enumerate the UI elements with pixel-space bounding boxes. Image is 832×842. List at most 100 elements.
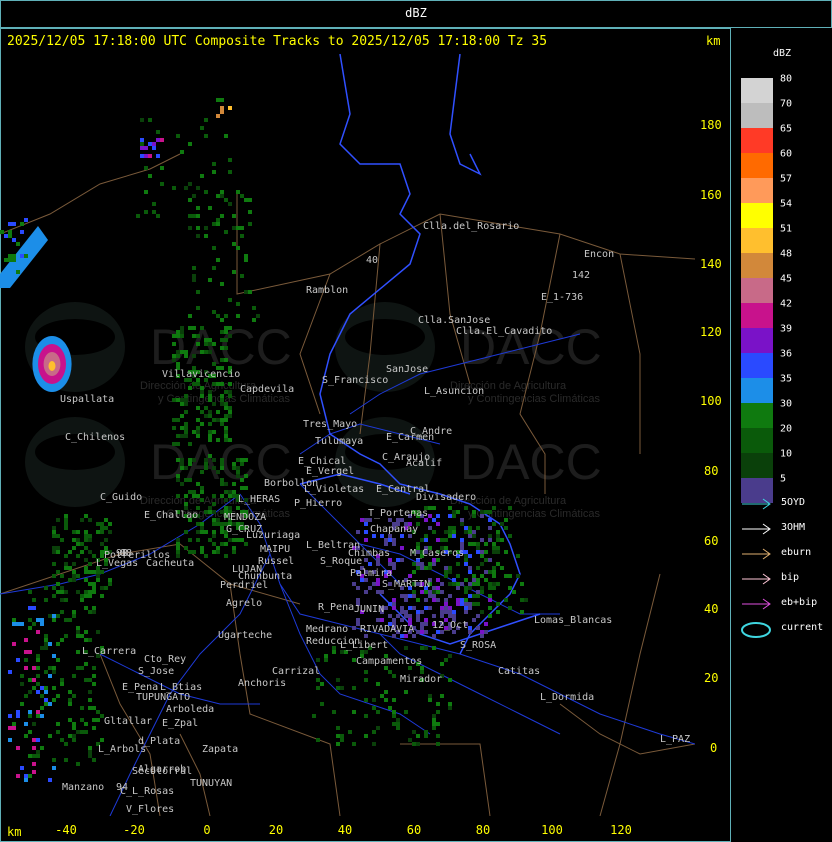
town-label: Ugarteche [218,630,272,641]
town-label: Manzano [62,782,104,793]
town-label: Zapata [202,744,238,755]
y-tick-label: 60 [704,534,719,548]
town-label: TUPUNGATO [136,692,190,703]
town-label: Tres_Mayo [303,419,357,430]
y-tick-label: 180 [700,118,722,132]
legend-value: 51 [780,223,793,235]
legend-swatch [741,453,773,478]
town-label: L_HERAS [238,494,280,505]
legend-title: dBZ [773,48,792,59]
town-label: S_Roque [320,556,362,567]
legend-value: 42 [780,298,793,310]
town-label: Chapanay [370,524,418,535]
town-label: S_ROSA [460,640,496,651]
town-label: Cto_Rey [144,654,186,665]
track-legend-item: 5OYD [741,497,831,511]
legend-swatch [741,78,773,103]
y-tick-label: 80 [704,464,719,478]
town-label: Campamentos [356,656,422,667]
x-tick-label: 60 [406,823,422,837]
town-label: 142 [572,270,590,281]
y-tick-label: 140 [700,257,722,271]
town-label: V_Flores [126,804,174,815]
town-label: Palmira [350,568,392,579]
x-tick-label: 40 [337,823,353,837]
town-label: E_Zpal [162,718,198,729]
legend-swatch [741,278,773,303]
town-label: Capdevila [240,384,294,395]
town-label: Perdriel [220,580,268,591]
town-label: Medrano [306,624,348,635]
track-legend-label: 3OHM [781,522,806,533]
town-label: L_Arbols [98,744,146,755]
town-label: 40 [366,255,378,266]
town-label: MENDOZA [224,512,266,523]
watermark-line2: y Contingencias Climáticas [468,393,601,405]
y-tick-label: 100 [700,394,722,408]
legend-value: 36 [780,348,793,360]
town-label: 88 [120,548,132,559]
legend-value: 65 [780,123,793,135]
watermark-logo-4: DACC Dirección de Agricultura y Continge… [335,417,602,520]
town-label: L_PAZ [660,734,690,745]
legend-swatch [741,228,773,253]
town-label: MAIPU [260,544,290,555]
track-arrow-icon [742,598,771,610]
legend-swatch [741,203,773,228]
town-label: Ramblon [306,285,348,296]
legend-swatch [741,428,773,453]
town-label: S_MARTIN [382,579,430,590]
track-arrow-icon [742,498,771,510]
legend-swatch [741,103,773,128]
legend-swatch [741,153,773,178]
x-tick-label: 20 [268,823,284,837]
track-legend-item: eburn [741,547,831,561]
town-label: Cacheuta [146,558,194,569]
town-label: Carrizal [272,666,320,677]
town-label: Clla.El_Cavadito [456,326,552,337]
track-legend-item: 3OHM [741,522,831,536]
town-label: RIVADAVIA [360,624,414,635]
legend-value: 45 [780,273,793,285]
legend-value: 70 [780,98,793,110]
y-tick-label: 0 [710,741,718,755]
x-tick-label: 120 [610,823,632,837]
town-label: Acalif [406,458,442,469]
legend-value: 54 [780,198,793,210]
town-label: L_Violetas [304,484,364,495]
town-label: JUNIN [354,604,384,615]
legend-swatch [741,378,773,403]
town-label: S_Francisco [322,375,388,386]
town-label: Lomas_Blancas [534,615,612,626]
watermark-brand: DACC [460,434,602,490]
track-title: 2025/12/05 17:18:00 UTC Composite Tracks… [7,34,548,49]
legend-swatch [741,328,773,353]
track-legend-label: current [781,622,824,633]
town-label: E_Vergel [306,466,354,477]
y-tick-label: 40 [704,602,719,616]
town-label: Catitas [498,666,540,677]
town-label: Encon [584,249,614,260]
radar-map[interactable]: DACC Dirección de Agricultura y Continge… [0,54,695,816]
town-label: Russel [258,556,294,567]
track-legend-label: eb+bip [781,597,818,608]
legend-value: 35 [780,373,793,385]
legend-swatch [741,128,773,153]
x-axis-unit: km [7,825,22,839]
town-label: Arboleda [166,704,214,715]
town-label: P_Hierro [294,498,342,509]
town-label: L_Carrera [82,646,136,657]
y-axis-unit: km [706,34,721,48]
town-label: Mirador [400,674,442,685]
track-legend-item: current [741,622,831,638]
town-label: E_Carmen [386,432,434,443]
town-label: S_Jose [138,666,174,677]
legend-value: 5 [780,473,787,485]
town-label: Anchoris [238,678,286,689]
legend-value: 80 [780,73,793,85]
town-label: C_L_Rosas [120,786,174,797]
x-tick-label: -40 [55,823,77,837]
track-arrow-icon [742,573,771,585]
track-legend-item: bip [741,572,831,586]
town-label: R_Pena [318,602,354,613]
